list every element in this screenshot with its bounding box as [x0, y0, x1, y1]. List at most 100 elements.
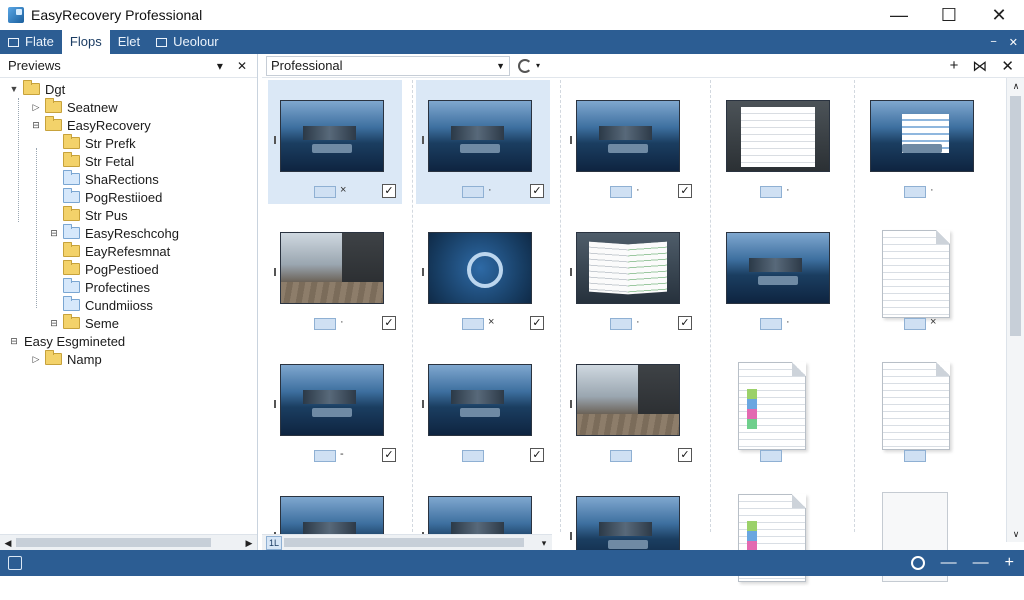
tree-item-label: Seatnew	[67, 99, 118, 115]
minimize-button[interactable]: —	[874, 0, 924, 30]
scroll-left-arrow[interactable]: ◀	[0, 535, 16, 551]
scroll-right-arrow[interactable]: ▶	[241, 535, 257, 551]
hscroll-thumb[interactable]	[284, 538, 524, 547]
file-thumbnail[interactable]	[714, 476, 848, 600]
tile-status-mark: -	[340, 448, 344, 460]
select-checkbox[interactable]: ✓	[678, 316, 692, 330]
menu-edit[interactable]: Elet	[110, 30, 148, 54]
tree-expander-icon[interactable]: ⊟	[48, 228, 60, 239]
maximize-button[interactable]: ☐	[924, 0, 974, 30]
tree-expander-icon[interactable]: ⊟	[30, 120, 42, 131]
add-button[interactable]: +	[950, 57, 959, 75]
tree-item[interactable]: ⊟ EasyRecovery	[0, 116, 257, 134]
file-thumbnail[interactable]: · ✓	[564, 80, 698, 204]
close-button[interactable]: ✕	[974, 0, 1024, 30]
menu-view[interactable]: Ueolour	[148, 30, 227, 54]
zoom-slider[interactable]: —	[973, 554, 989, 572]
tree-item[interactable]: EayRefesmnat	[0, 242, 257, 260]
file-thumbnail[interactable]: ·	[858, 80, 992, 204]
tree-item[interactable]: Str Prefk	[0, 134, 257, 152]
location-combo[interactable]: Professional ▼	[266, 55, 510, 76]
file-thumbnail[interactable]: ·	[714, 80, 848, 204]
select-checkbox[interactable]: ✓	[530, 316, 544, 330]
file-thumbnail[interactable]: ✓	[416, 344, 550, 468]
zoom-out-button[interactable]: —	[941, 554, 957, 572]
tree-item[interactable]: Cundmiioss	[0, 296, 257, 314]
tree-item[interactable]: ▼ Dgt	[0, 80, 257, 98]
tree-item-label: Namp	[67, 351, 102, 367]
tree-item-label: ShaRections	[85, 171, 159, 187]
zoom-in-button[interactable]: +	[1005, 554, 1014, 572]
file-thumbnail[interactable]	[858, 476, 992, 600]
file-thumbnail[interactable]: × ✓	[268, 80, 402, 204]
folder-icon	[63, 134, 80, 149]
file-thumbnail[interactable]: ✓	[564, 344, 698, 468]
tree-expander-icon[interactable]: ▷	[30, 102, 42, 113]
tile-marker	[274, 136, 276, 144]
select-checkbox[interactable]: ✓	[382, 448, 396, 462]
tree-item[interactable]: ⊟ Easy Esgmineted	[0, 332, 257, 350]
folder-icon	[760, 318, 782, 330]
split-view-button[interactable]: ⋈	[972, 57, 987, 75]
tree-item[interactable]: Str Pus	[0, 206, 257, 224]
select-checkbox[interactable]: ✓	[382, 316, 396, 330]
pane-dropdown-button[interactable]: ▾	[217, 59, 223, 73]
tree-item[interactable]: ▷ Seatnew	[0, 98, 257, 116]
file-thumbnail[interactable]	[564, 476, 698, 600]
tree-expander-icon[interactable]: ▼	[8, 84, 20, 94]
zoom-icon[interactable]	[910, 556, 925, 570]
file-thumbnail[interactable]: ·	[714, 212, 848, 336]
close-view-button[interactable]: ✕	[1001, 57, 1014, 75]
tile-marker	[274, 268, 276, 276]
page-badge: 1L	[266, 536, 282, 550]
refresh-dropdown-caret[interactable]: ▾	[536, 61, 540, 70]
file-thumbnail[interactable]: · ✓	[416, 80, 550, 204]
tree-item[interactable]: PogPestioed	[0, 260, 257, 278]
tree-item[interactable]: ShaRections	[0, 170, 257, 188]
menu-flops[interactable]: Flops	[61, 30, 110, 54]
file-thumbnail[interactable]: - ✓	[268, 344, 402, 468]
tree-item[interactable]: Profectines	[0, 278, 257, 296]
pane-close-button[interactable]: ✕	[237, 59, 247, 73]
tree-horizontal-scrollbar[interactable]: ◀ ▶	[0, 534, 257, 550]
select-checkbox[interactable]: ✓	[530, 448, 544, 462]
image-preview	[576, 232, 680, 304]
tile-status-mark: ·	[636, 184, 640, 196]
status-icon	[8, 556, 22, 570]
refresh-icon[interactable]	[518, 58, 532, 73]
select-checkbox[interactable]: ✓	[530, 184, 544, 198]
menu-file[interactable]: Flate	[0, 30, 62, 54]
select-checkbox[interactable]: ✓	[678, 448, 692, 462]
tree-item-label: Profectines	[85, 279, 151, 295]
tile-status-mark: ×	[340, 184, 347, 196]
tree-item[interactable]: ⊟ Seme	[0, 314, 257, 332]
tree-item[interactable]: PogRestiioed	[0, 188, 257, 206]
grid-horizontal-scrollbar[interactable]: 1L ▾	[262, 534, 552, 550]
scrollbar-thumb[interactable]	[16, 538, 211, 547]
menu-minimize-button[interactable]: −	[990, 36, 996, 48]
file-thumbnail[interactable]: · ✓	[564, 212, 698, 336]
tile-marker	[570, 268, 572, 276]
image-preview	[870, 100, 974, 172]
file-thumbnail[interactable]	[714, 344, 848, 468]
menu-close-button[interactable]: ✕	[1009, 36, 1018, 49]
tree-item[interactable]: Str Fetal	[0, 152, 257, 170]
tree-expander-icon[interactable]: ▷	[30, 354, 42, 365]
select-checkbox[interactable]: ✓	[678, 184, 692, 198]
tree-expander-icon[interactable]: ⊟	[48, 318, 60, 329]
location-combo-value: Professional	[271, 58, 343, 73]
tree-item[interactable]: ▷ Namp	[0, 350, 257, 368]
tree-expander-icon[interactable]: ⊟	[8, 336, 20, 347]
hscroll-dropdown-caret[interactable]: ▾	[536, 535, 552, 551]
file-thumbnail[interactable]: · ✓	[268, 212, 402, 336]
grid-vertical-scrollbar[interactable]: ∧ ∨	[1006, 78, 1024, 542]
file-thumbnail[interactable]	[858, 344, 992, 468]
vscroll-thumb[interactable]	[1010, 96, 1021, 336]
tree-item[interactable]: ⊟ EasyReschcohg	[0, 224, 257, 242]
file-thumbnail[interactable]: × ✓	[416, 212, 550, 336]
scroll-down-arrow[interactable]: ∨	[1007, 526, 1024, 542]
folder-icon	[760, 450, 782, 462]
select-checkbox[interactable]: ✓	[382, 184, 396, 198]
scroll-up-arrow[interactable]: ∧	[1007, 78, 1024, 94]
file-thumbnail[interactable]: ×	[858, 212, 992, 336]
